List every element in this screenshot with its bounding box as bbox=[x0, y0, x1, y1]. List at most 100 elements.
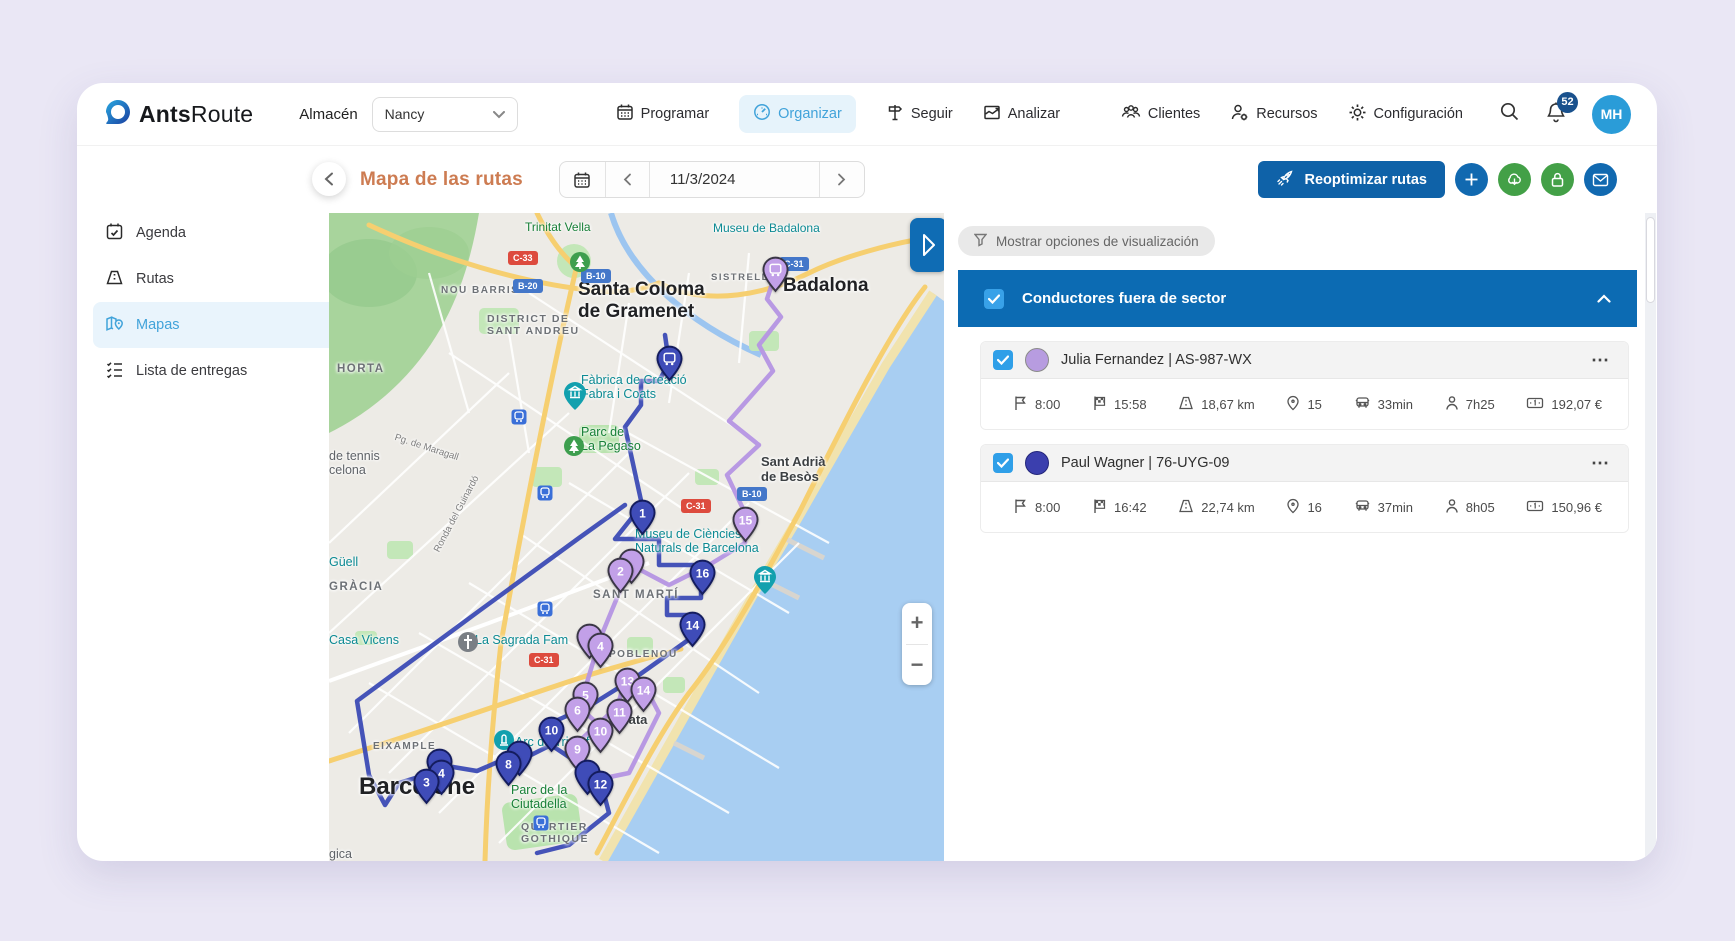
driver-header[interactable]: Julia Fernandez | AS-987-WX ⋯ bbox=[981, 342, 1628, 379]
add-button[interactable] bbox=[1455, 163, 1488, 196]
driver-header[interactable]: Paul Wagner | 76-UYG-09 ⋯ bbox=[981, 445, 1628, 482]
sidebar-label: Agenda bbox=[136, 225, 186, 241]
road-shield-badge: C-31 bbox=[529, 653, 559, 667]
zoom-out-button[interactable]: − bbox=[902, 645, 932, 686]
stop-map-marker-3[interactable]: 3 bbox=[412, 768, 440, 805]
svg-text:5: 5 bbox=[582, 689, 589, 703]
stop-map-marker-10[interactable]: 10 bbox=[537, 716, 565, 753]
stop-map-marker-12[interactable]: 12 bbox=[586, 770, 614, 807]
menu-item-configuracion[interactable]: Configuración bbox=[1348, 103, 1463, 126]
chevron-down-icon bbox=[492, 106, 505, 122]
driver-card-julia: Julia Fernandez | AS-987-WX ⋯ 8:00 15:58… bbox=[980, 341, 1629, 430]
car-icon bbox=[1354, 498, 1371, 516]
menu-item-seguir[interactable]: Seguir bbox=[886, 103, 953, 125]
gear-icon bbox=[1348, 103, 1367, 126]
stat-cost: 150,96 € bbox=[1526, 499, 1602, 516]
stop-map-marker-1[interactable]: 1 bbox=[628, 499, 656, 536]
stop-map-marker-5[interactable]: 5 bbox=[571, 681, 599, 718]
stop-map-marker-11[interactable]: 11 bbox=[605, 698, 633, 735]
signpost-icon bbox=[886, 103, 904, 125]
menu-label: Organizar bbox=[778, 106, 842, 122]
menu-item-recursos[interactable]: Recursos bbox=[1230, 103, 1318, 126]
stop-map-marker-16[interactable]: 16 bbox=[688, 559, 716, 596]
notifications-bell[interactable]: 52 bbox=[1546, 91, 1578, 128]
lock-button[interactable] bbox=[1541, 163, 1574, 196]
map-collapse-button[interactable] bbox=[910, 218, 944, 272]
driver-name: Paul Wagner | 76-UYG-09 bbox=[1061, 455, 1230, 471]
scrollbar-thumb[interactable] bbox=[1646, 217, 1655, 303]
search-icon[interactable] bbox=[1499, 101, 1520, 127]
svg-text:10: 10 bbox=[544, 724, 558, 738]
sidebar-item-mapas[interactable]: Mapas bbox=[93, 302, 329, 348]
routes-map[interactable]: Trinitat Vella Museu de Badalona Santa Col… bbox=[329, 213, 944, 861]
stop-map-marker-6[interactable]: 6 bbox=[563, 696, 591, 733]
brand-name: AntsRoute bbox=[139, 100, 254, 127]
calendar-button[interactable] bbox=[560, 162, 606, 197]
stop-map-marker-hidden[interactable] bbox=[575, 623, 603, 660]
drivers-section-header[interactable]: Conductores fuera de sector bbox=[958, 270, 1637, 327]
stop-map-marker-hidden[interactable] bbox=[573, 759, 601, 796]
stop-map-marker-4[interactable]: 4 bbox=[586, 632, 614, 669]
map-place-label: Pg. de Maragall bbox=[393, 432, 460, 464]
map-place-label: Sant Adrià de Besòs bbox=[761, 454, 826, 484]
menu-item-analizar[interactable]: Analizar bbox=[983, 103, 1060, 125]
cloud-download-button[interactable] bbox=[1498, 163, 1531, 196]
mail-button[interactable] bbox=[1584, 163, 1617, 196]
section-checkbox[interactable] bbox=[984, 288, 1004, 309]
vehicle-map-marker[interactable] bbox=[655, 345, 683, 382]
svg-text:4: 4 bbox=[438, 767, 445, 781]
reoptimize-routes-button[interactable]: Reoptimizar rutas bbox=[1257, 161, 1445, 198]
stop-map-marker-8[interactable]: 8 bbox=[494, 750, 522, 787]
stop-map-marker-hidden[interactable] bbox=[617, 548, 645, 585]
map-place-label: La Sagrada Fam bbox=[475, 633, 569, 647]
vehicle-map-marker[interactable] bbox=[761, 256, 789, 293]
finish-flag-icon bbox=[1092, 498, 1107, 517]
driver-stats-row: 8:00 15:58 18,67 km 15 33min 7h25 192,07… bbox=[981, 379, 1628, 429]
stop-map-marker-4[interactable]: 4 bbox=[427, 759, 455, 796]
more-options-icon[interactable]: ⋯ bbox=[1591, 453, 1610, 474]
back-button[interactable] bbox=[312, 162, 346, 196]
date-value[interactable]: 11/3/2024 bbox=[650, 162, 820, 197]
stop-map-marker-14[interactable]: 14 bbox=[678, 611, 706, 648]
panel-scrollbar[interactable] bbox=[1645, 213, 1656, 861]
svg-text:2: 2 bbox=[617, 565, 624, 579]
agenda-icon bbox=[105, 222, 124, 245]
stop-map-marker-14[interactable]: 14 bbox=[629, 676, 657, 713]
map-place-label: gica bbox=[329, 847, 352, 861]
stop-map-marker-9[interactable]: 9 bbox=[563, 735, 591, 772]
stop-map-marker-13[interactable]: 13 bbox=[613, 667, 641, 704]
stat-distance: 22,74 km bbox=[1178, 498, 1255, 517]
display-options-label: Mostrar opciones de visualización bbox=[996, 233, 1199, 249]
filter-icon bbox=[973, 233, 988, 250]
next-day-button[interactable] bbox=[820, 162, 864, 197]
sidebar-item-rutas[interactable]: Rutas bbox=[77, 256, 329, 302]
stop-map-marker-2[interactable]: 2 bbox=[606, 557, 634, 594]
sidebar-item-lista-entregas[interactable]: Lista de entregas bbox=[77, 348, 329, 394]
zoom-in-button[interactable]: + bbox=[902, 603, 932, 644]
map-place-label: SANT MARTÍ bbox=[593, 589, 679, 601]
menu-item-programar[interactable]: Programar bbox=[616, 103, 709, 125]
stop-map-marker-hidden[interactable] bbox=[425, 748, 453, 785]
chevron-up-icon[interactable] bbox=[1597, 290, 1611, 308]
warehouse-select[interactable]: Nancy bbox=[371, 96, 518, 132]
stop-map-marker-15[interactable]: 15 bbox=[731, 506, 759, 543]
road-shield-badge: C-31 bbox=[681, 499, 711, 513]
stop-map-marker-10[interactable]: 10 bbox=[586, 717, 614, 754]
menu-item-organizar[interactable]: Organizar bbox=[739, 95, 856, 133]
road-shield-badge: B-20 bbox=[513, 279, 543, 293]
driver-checkbox[interactable] bbox=[993, 350, 1013, 370]
stop-map-marker-hidden[interactable] bbox=[505, 740, 533, 777]
sidebar-item-agenda[interactable]: Agenda bbox=[77, 210, 329, 256]
map-place-label: HORTA bbox=[337, 363, 385, 375]
more-options-icon[interactable]: ⋯ bbox=[1591, 350, 1610, 371]
map-place-label: GRÀCIA bbox=[329, 581, 384, 593]
metro-map-icon bbox=[511, 409, 527, 430]
menu-item-clientes[interactable]: Clientes bbox=[1121, 103, 1200, 125]
prev-day-button[interactable] bbox=[606, 162, 650, 197]
map-place-label: Fàbrica de Creació Fabra i Coats bbox=[581, 373, 687, 402]
display-options-button[interactable]: Mostrar opciones de visualización bbox=[958, 226, 1215, 256]
user-avatar[interactable]: MH bbox=[1592, 94, 1631, 134]
brand-logo[interactable]: AntsRoute bbox=[105, 99, 253, 130]
driver-checkbox[interactable] bbox=[993, 453, 1013, 473]
calendar-icon bbox=[616, 103, 634, 125]
